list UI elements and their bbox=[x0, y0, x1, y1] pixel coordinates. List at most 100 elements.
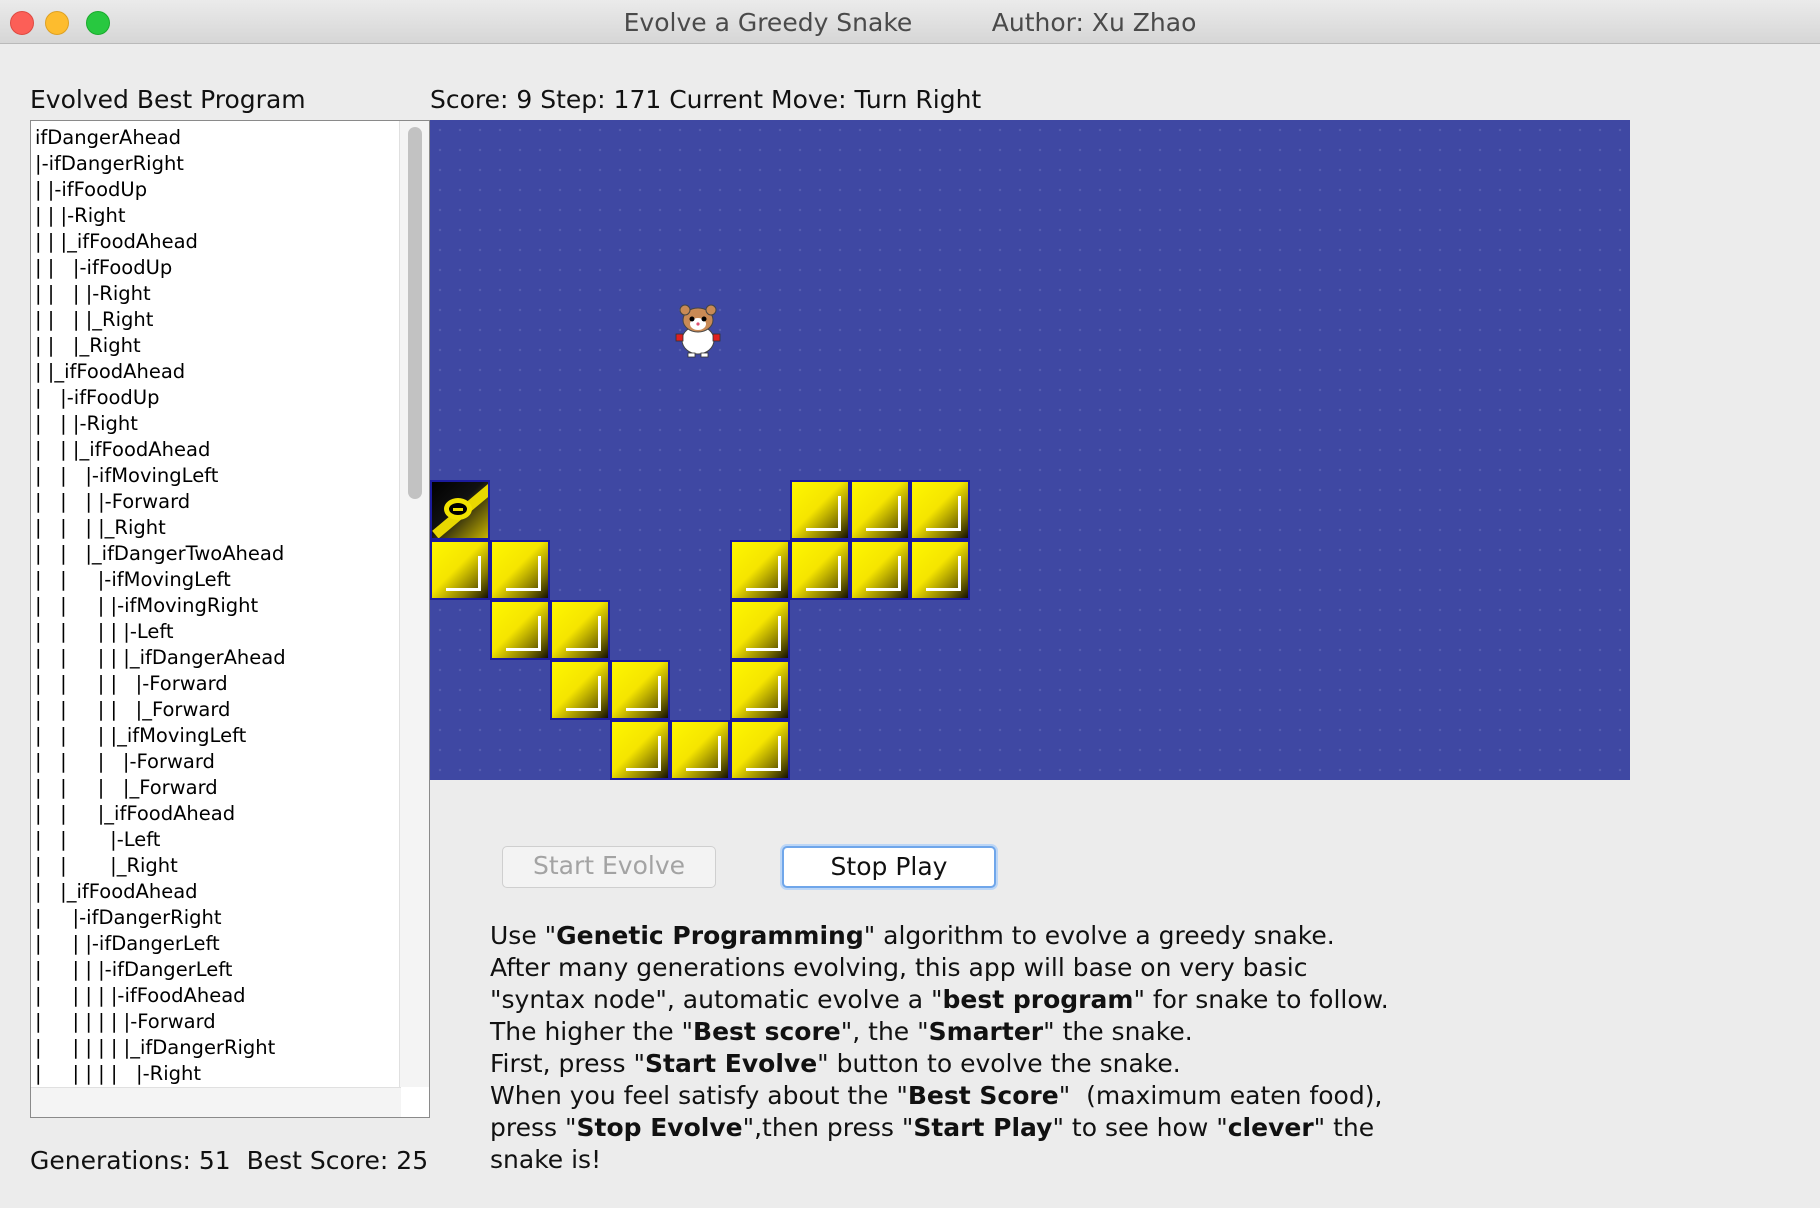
tree-line: | | |_ifFoodAhead bbox=[35, 230, 198, 253]
vertical-scroll-thumb[interactable] bbox=[408, 127, 422, 499]
tree-line: | | |_ifDangerTwoAhead bbox=[35, 542, 285, 565]
emphasis-text: Best Score bbox=[907, 1081, 1059, 1110]
tree-line: | | |-ifFoodUp bbox=[35, 256, 173, 279]
text-run: press " bbox=[490, 1113, 577, 1142]
window-title: Evolve a Greedy Snake Author: Xu Zhao bbox=[623, 8, 1197, 37]
tree-line: | | | | |_Forward bbox=[35, 698, 231, 721]
tree-line: | | |-Right bbox=[35, 412, 138, 435]
snake-body-cell bbox=[550, 660, 610, 720]
tree-line: | | |-Right bbox=[35, 204, 126, 227]
tree-line: | | |-ifMovingLeft bbox=[35, 464, 219, 487]
text-run: First, press " bbox=[490, 1049, 645, 1078]
text-run: " the snake. bbox=[1043, 1017, 1193, 1046]
tree-line: | |-ifFoodUp bbox=[35, 178, 148, 201]
evolution-stats: Generations: 51 Best Score: 25 bbox=[30, 1146, 428, 1175]
snake-body-cell bbox=[670, 720, 730, 780]
generations-label: Generations: bbox=[30, 1146, 191, 1175]
tree-line: | | | |_ifMovingLeft bbox=[35, 724, 247, 747]
text-run: snake is! bbox=[490, 1145, 602, 1174]
tree-line: | | | |_Forward bbox=[35, 776, 218, 799]
emphasis-text: Start Evolve bbox=[644, 1049, 818, 1078]
vertical-scrollbar[interactable] bbox=[399, 121, 429, 1087]
text-run: When you feel satisfy about the " bbox=[490, 1081, 908, 1110]
tree-line: | | | | |-ifFoodAhead bbox=[35, 984, 246, 1007]
tree-line: | | | |-ifDangerLeft bbox=[35, 958, 233, 981]
instruction-line: Use "Genetic Programming" algorithm to e… bbox=[490, 920, 1390, 952]
instruction-line: First, press "Start Evolve" button to ev… bbox=[490, 1048, 1390, 1080]
snake-body-cell bbox=[610, 720, 670, 780]
emphasis-text: Start Play bbox=[913, 1113, 1053, 1142]
instruction-line: The higher the "Best score", the "Smarte… bbox=[490, 1016, 1390, 1048]
text-run: " for snake to follow. bbox=[1133, 985, 1389, 1014]
start-evolve-button[interactable]: Start Evolve bbox=[502, 846, 716, 888]
tree-line: | | |-Left bbox=[35, 828, 161, 851]
tree-line: | | | | | |-Forward bbox=[35, 1010, 216, 1033]
tree-line: | | | |_Right bbox=[35, 308, 154, 331]
snake-body-cell bbox=[550, 600, 610, 660]
generations-value: 51 bbox=[198, 1146, 231, 1175]
instruction-line: snake is! bbox=[490, 1144, 1390, 1176]
snake-body-cell bbox=[790, 480, 850, 540]
snake-body-cell bbox=[910, 480, 970, 540]
text-run: Use " bbox=[490, 921, 557, 950]
snake-body-cell bbox=[430, 540, 490, 600]
snake-body-cell bbox=[910, 540, 970, 600]
tree-line: | |-ifFoodUp bbox=[35, 386, 160, 409]
tree-line: ifDangerAhead bbox=[35, 126, 182, 149]
text-run: The higher the " bbox=[490, 1017, 694, 1046]
game-board bbox=[430, 120, 1630, 780]
tree-line: | | | | |_ifDangerAhead bbox=[35, 646, 286, 669]
tree-line: | | |-ifDangerLeft bbox=[35, 932, 220, 955]
program-panel-heading: Evolved Best Program bbox=[30, 85, 306, 114]
tree-line: | | |-ifMovingLeft bbox=[35, 568, 231, 591]
snake-body-cell bbox=[850, 480, 910, 540]
text-run: " the bbox=[1313, 1113, 1375, 1142]
horizontal-scrollbar[interactable] bbox=[31, 1087, 401, 1117]
tree-line: | | |_ifFoodAhead bbox=[35, 438, 211, 461]
instruction-line: press "Stop Evolve",then press "Start Pl… bbox=[490, 1112, 1390, 1144]
text-run: " algorithm to evolve a greedy snake. bbox=[863, 921, 1335, 950]
text-run: " to see how " bbox=[1052, 1113, 1228, 1142]
text-run: " button to evolve the snake. bbox=[817, 1049, 1181, 1078]
snake-head-icon bbox=[430, 480, 490, 540]
snake-body-cell bbox=[490, 600, 550, 660]
title-bar: Evolve a Greedy Snake Author: Xu Zhao bbox=[0, 0, 1820, 44]
text-run: ",then press " bbox=[742, 1113, 914, 1142]
text-run: " (maximum eaten food), bbox=[1058, 1081, 1383, 1110]
hamster-icon bbox=[670, 300, 726, 360]
emphasis-text: clever bbox=[1227, 1113, 1314, 1142]
tree-line: | | | |-ifMovingRight bbox=[35, 594, 259, 617]
program-tree-lines: ifDangerAhead |-ifDangerRight | |-ifFoodUp… bbox=[35, 125, 395, 1087]
emphasis-text: Genetic Programming bbox=[556, 921, 864, 950]
tree-line: | | | |_Right bbox=[35, 516, 166, 539]
tree-line: | | | | | |-Right bbox=[35, 1062, 201, 1085]
snake-body-cell bbox=[730, 720, 790, 780]
tree-line: | | | | | |_ifDangerRight bbox=[35, 1036, 276, 1059]
tree-line: |-ifDangerRight bbox=[35, 152, 184, 175]
snake-body-cell bbox=[850, 540, 910, 600]
tree-line: | |-ifDangerRight bbox=[35, 906, 222, 929]
tree-line: | | | |-Right bbox=[35, 282, 151, 305]
best-score-value: 25 bbox=[396, 1146, 429, 1175]
tree-line: | | |_Right bbox=[35, 854, 178, 877]
instruction-line: "syntax node", automatic evolve a "best … bbox=[490, 984, 1390, 1016]
text-run: ", the " bbox=[840, 1017, 929, 1046]
tree-line: | | |_Right bbox=[35, 334, 141, 357]
instruction-line: When you feel satisfy about the "Best Sc… bbox=[490, 1080, 1390, 1112]
emphasis-text: Best score bbox=[693, 1017, 841, 1046]
tree-line: | |_ifFoodAhead bbox=[35, 880, 198, 903]
emphasis-text: best program bbox=[942, 985, 1134, 1014]
tree-line: | |_ifFoodAhead bbox=[35, 360, 186, 383]
best-score-label: Best Score: bbox=[246, 1146, 389, 1175]
emphasis-text: Stop Evolve bbox=[576, 1113, 743, 1142]
tree-line: | | | | |-Forward bbox=[35, 672, 228, 695]
program-tree-view[interactable]: ifDangerAhead |-ifDangerRight | |-ifFoodUp… bbox=[30, 120, 430, 1118]
tree-line: | | | | |-Left bbox=[35, 620, 174, 643]
snake-body-cell bbox=[730, 540, 790, 600]
snake-body-cell bbox=[730, 600, 790, 660]
snake-body-cell bbox=[610, 660, 670, 720]
instructions-text: Use "Genetic Programming" algorithm to e… bbox=[490, 920, 1390, 1176]
text-run: After many generations evolving, this ap… bbox=[490, 953, 1308, 982]
tree-line: | | | |-Forward bbox=[35, 490, 191, 513]
stop-play-button[interactable]: Stop Play bbox=[782, 846, 996, 888]
